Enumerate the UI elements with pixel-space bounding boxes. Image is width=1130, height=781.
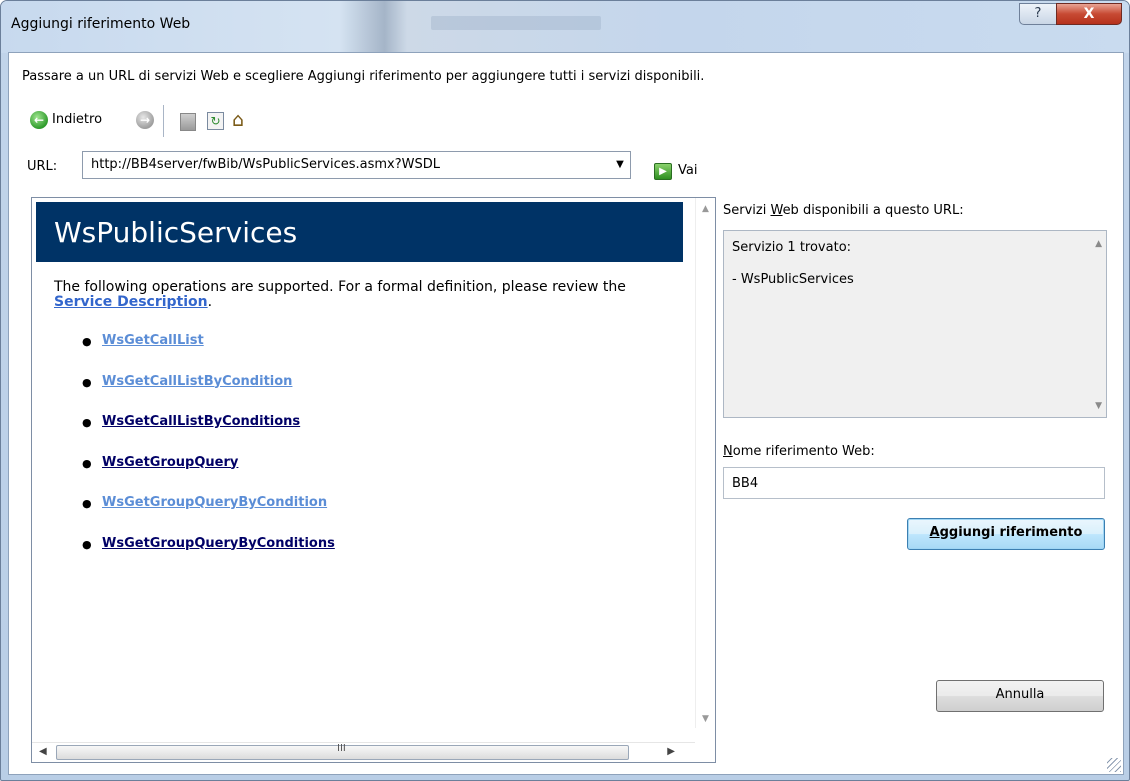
stop-icon[interactable] xyxy=(180,113,196,131)
title-bar[interactable]: Aggiungi riferimento Web ? X xyxy=(1,1,1129,53)
vertical-scrollbar[interactable]: ▲ ▼ xyxy=(695,198,715,728)
reference-name-label: Nome riferimento Web: xyxy=(723,444,875,459)
bullet-icon: ● xyxy=(82,375,92,389)
url-combobox[interactable]: http://BB4server/fwBib/WsPublicServices.… xyxy=(82,151,631,179)
operation-link[interactable]: WsGetGroupQueryByCondition xyxy=(102,495,327,510)
dialog-client-area: Passare a un URL di servizi Web e scegli… xyxy=(8,52,1124,775)
dialog-window: Aggiungi riferimento Web ? X Passare a u… xyxy=(0,0,1130,781)
back-button-label[interactable]: Indietro xyxy=(52,112,102,127)
scrollbar-corner xyxy=(696,743,715,762)
horizontal-scrollbar[interactable]: ◀ III ▶ xyxy=(32,742,695,762)
service-header: WsPublicServices xyxy=(36,202,683,262)
bullet-icon: ● xyxy=(82,456,92,470)
cancel-button[interactable]: Annulla xyxy=(936,680,1104,712)
operation-link[interactable]: WsGetGroupQueryByConditions xyxy=(102,536,335,551)
operation-link[interactable]: WsGetCallList xyxy=(102,333,204,348)
scroll-down-icon[interactable]: ▼ xyxy=(696,714,715,724)
resize-grip-icon[interactable] xyxy=(1107,758,1121,772)
home-icon[interactable]: ⌂ xyxy=(232,109,244,131)
reference-name-input[interactable] xyxy=(723,467,1105,499)
bullet-icon: ● xyxy=(82,335,92,348)
service-description-link[interactable]: Service Description xyxy=(54,294,208,310)
horizontal-scroll-thumb[interactable]: III xyxy=(56,743,629,760)
window-title: Aggiungi riferimento Web xyxy=(11,16,191,32)
scroll-left-icon[interactable]: ◀ xyxy=(39,746,47,757)
chevron-down-icon[interactable]: ▼ xyxy=(610,152,630,178)
available-services-box[interactable]: Servizio 1 trovato: - WsPublicServices ▲… xyxy=(723,230,1107,418)
operation-link[interactable]: WsGetCallListByCondition xyxy=(102,374,292,389)
intro-text: The following operations are supported. … xyxy=(54,279,626,295)
web-browser-pane[interactable]: WsPublicServices The following operation… xyxy=(31,197,716,763)
operation-link[interactable]: WsGetGroupQuery xyxy=(102,455,238,470)
back-arrow-icon[interactable]: ← xyxy=(30,111,48,129)
background-window-ghost xyxy=(431,16,601,30)
go-button-label[interactable]: Vai xyxy=(678,163,697,178)
help-button[interactable]: ? xyxy=(1019,3,1057,25)
refresh-icon[interactable]: ↻ xyxy=(207,112,224,130)
available-services-label: Servizi Web disponibili a questo URL: xyxy=(723,203,964,218)
url-label: URL: xyxy=(27,159,58,174)
bullet-icon: ● xyxy=(82,497,92,510)
service-name-line: - WsPublicServices xyxy=(732,272,854,287)
operation-link[interactable]: WsGetCallListByConditions xyxy=(102,414,300,429)
url-input[interactable]: http://BB4server/fwBib/WsPublicServices.… xyxy=(91,157,440,172)
scroll-up-icon[interactable]: ▲ xyxy=(1095,239,1102,249)
forward-arrow-icon[interactable]: → xyxy=(136,111,154,129)
bullet-icon: ● xyxy=(82,537,92,551)
toolbar-separator xyxy=(163,105,164,137)
bullet-icon: ● xyxy=(82,416,92,429)
available-services-text: Servizio 1 trovato: - WsPublicServices xyxy=(732,237,854,291)
service-title: WsPublicServices xyxy=(54,216,298,249)
instructions-text: Passare a un URL di servizi Web e scegli… xyxy=(22,69,705,84)
go-arrow-icon[interactable]: ▶ xyxy=(654,163,672,180)
add-reference-button[interactable]: Aggiungi riferimento xyxy=(907,518,1105,550)
intro-end: . xyxy=(207,294,213,310)
scroll-grip-icon: III xyxy=(337,743,346,754)
scroll-down-icon[interactable]: ▼ xyxy=(1095,401,1102,411)
close-button[interactable]: X xyxy=(1056,3,1122,25)
navigation-toolbar: ← Indietro → ↻ ⌂ xyxy=(30,105,330,137)
service-intro: The following operations are supported. … xyxy=(54,280,674,310)
scroll-right-icon[interactable]: ▶ xyxy=(667,746,675,757)
go-button[interactable]: ▶ Vai xyxy=(654,161,714,183)
services-found-line: Servizio 1 trovato: xyxy=(732,240,852,255)
scroll-up-icon[interactable]: ▲ xyxy=(696,204,715,214)
